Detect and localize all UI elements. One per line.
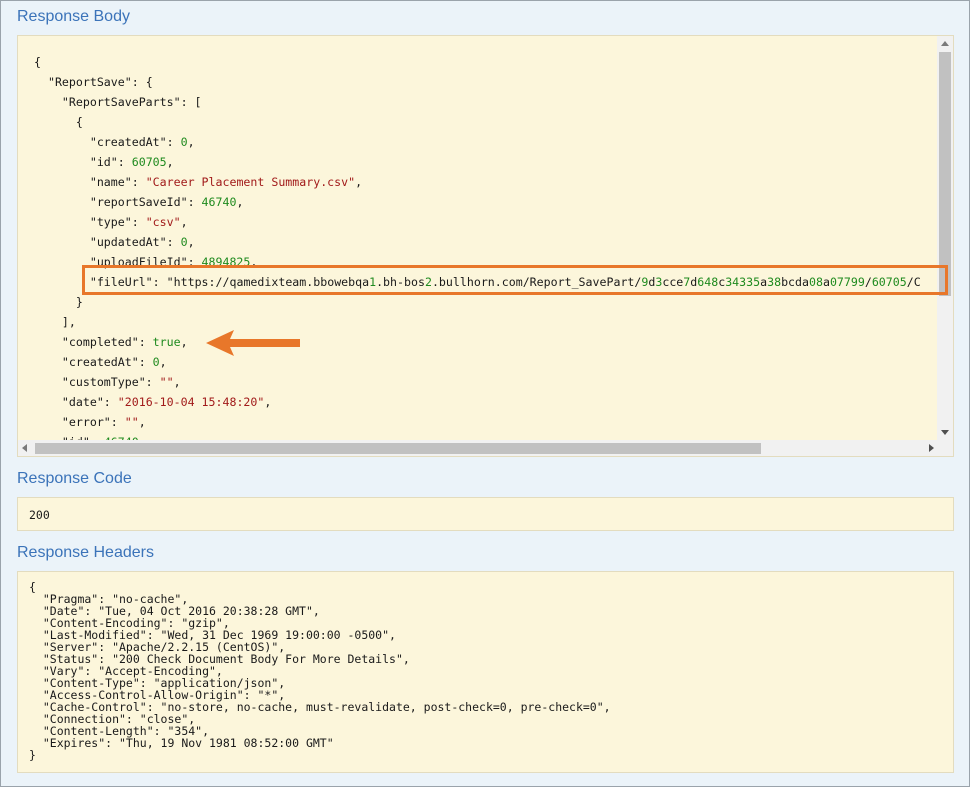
response-code-block: 200 — [17, 497, 954, 531]
code-line: "customType": "", — [61, 375, 181, 389]
header-line: "Expires": "Thu, 19 Nov 1981 08:52:00 GM… — [29, 736, 334, 750]
response-body-code[interactable]: { "ReportSave": { "ReportSaveParts": [ {… — [18, 36, 938, 440]
code-line: "ReportSave": { — [47, 75, 153, 89]
code-line: "createdAt": 0, — [89, 135, 195, 149]
header-line: } — [29, 748, 36, 762]
scroll-right-icon[interactable] — [929, 444, 934, 452]
response-code-title: Response Code — [17, 470, 132, 487]
code-line: "name": "Career Placement Summary.csv", — [89, 175, 363, 189]
code-line: "reportSaveId": 46740, — [89, 195, 244, 209]
horizontal-scrollbar[interactable] — [18, 440, 953, 456]
code-line: "uploadFileId": 4894825, — [89, 255, 258, 269]
code-line: "id": 46740 — [34, 432, 139, 440]
scroll-left-icon[interactable] — [22, 444, 27, 452]
code-line: "updatedAt": 0, — [89, 235, 195, 249]
response-code-value: 200 — [29, 508, 50, 522]
code-line: "createdAt": 0, — [61, 355, 167, 369]
code-line: "date": "2016-10-04 15:48:20", — [61, 395, 272, 409]
response-headers-block[interactable]: { "Pragma": "no-cache", "Date": "Tue, 04… — [17, 571, 954, 773]
response-panel: Response Body { "ReportSave": { "ReportS… — [0, 0, 970, 787]
response-body-title: Response Body — [17, 8, 130, 25]
code-line: "error": "", — [61, 415, 146, 429]
callout-arrow-icon — [206, 330, 300, 356]
horizontal-scroll-thumb[interactable] — [35, 443, 761, 454]
code-line: "fileUrl": "https://qamedixteam.bbowebqa… — [89, 275, 921, 289]
response-headers-title: Response Headers — [17, 544, 154, 561]
code-line: "id": 60705, — [89, 155, 174, 169]
vertical-scrollbar[interactable] — [937, 36, 953, 440]
code-line: "completed": true, — [61, 335, 188, 349]
response-headers-code[interactable]: { "Pragma": "no-cache", "Date": "Tue, 04… — [29, 581, 611, 761]
code-line: "type": "csv", — [89, 215, 188, 229]
scroll-down-icon[interactable] — [941, 430, 949, 435]
code-line: { — [34, 55, 41, 69]
code-line: { — [34, 115, 83, 129]
response-body-block[interactable]: { "ReportSave": { "ReportSaveParts": [ {… — [17, 35, 954, 457]
code-line: ], — [34, 315, 76, 329]
vertical-scroll-thumb[interactable] — [939, 52, 951, 296]
code-line: } — [34, 295, 83, 309]
scroll-up-icon[interactable] — [941, 41, 949, 46]
code-line: "ReportSaveParts": [ — [61, 95, 202, 109]
